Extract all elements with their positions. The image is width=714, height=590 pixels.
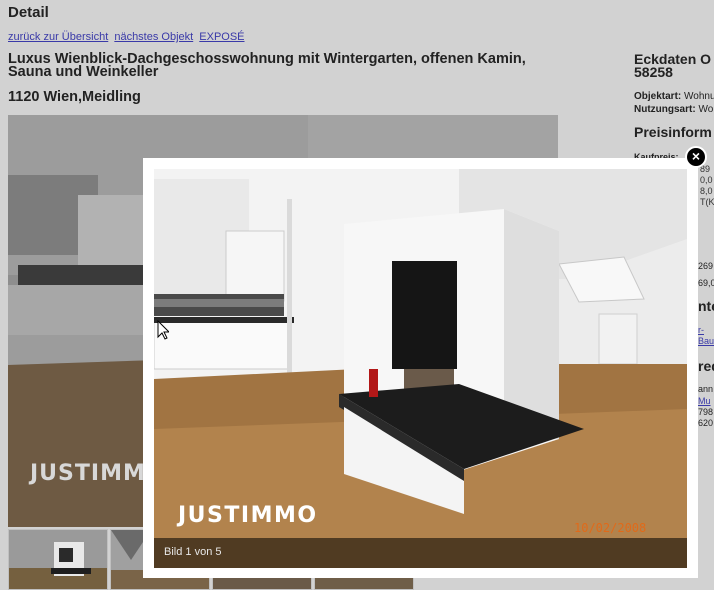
- lightbox-caption-bar: Bild 1 von 5: [154, 538, 687, 568]
- expose-link[interactable]: EXPOSÉ: [199, 31, 244, 43]
- navigation-links: zurück zur Übersicht nächstes Objekt EXP…: [8, 31, 248, 43]
- sidebar-info: Eckdaten O 58258 Objektart: Wohnu Nutzun…: [634, 52, 714, 140]
- listing-title: Luxus Wienblick-Dachgeschosswohnung mit …: [8, 51, 526, 80]
- section-c-heading: nte: [698, 298, 714, 314]
- objektart-row: Objektart: Wohnu: [634, 90, 714, 103]
- nutzungsart-row: Nutzungsart: Wo: [634, 103, 714, 116]
- price-fragment-3: 8,0: [700, 186, 713, 196]
- preisinformation-heading: Preisinform: [634, 124, 712, 140]
- section-d-heading: red: [698, 358, 714, 374]
- link-e[interactable]: Mu: [698, 396, 711, 406]
- image-counter: Bild 1 von 5: [164, 546, 222, 558]
- link-a[interactable]: r-: [698, 325, 704, 335]
- page: Detail zurück zur Übersicht nächstes Obj…: [0, 0, 714, 590]
- objektart-label: Objektart:: [634, 91, 682, 102]
- value-f: 798: [698, 407, 714, 417]
- close-icon[interactable]: ×: [685, 146, 707, 168]
- value-e: ann: [698, 384, 714, 394]
- nutzungsart-value: Wo: [698, 104, 714, 115]
- value-g: 620: [698, 418, 714, 428]
- mouse-cursor-icon: [157, 320, 169, 340]
- main-photo-watermark: JUSTIMM: [28, 461, 146, 486]
- value-b: 69,0: [698, 278, 714, 288]
- price-fragment-4: T(K: [700, 197, 714, 207]
- thumbnail-1-image: [9, 530, 107, 589]
- link-b[interactable]: Bau: [698, 336, 714, 346]
- object-number: 58258: [634, 64, 673, 80]
- thumbnail-1[interactable]: [8, 529, 108, 590]
- lightbox: JUSTIMMO 10/02/2008 Bild 1 von 5: [143, 158, 698, 578]
- objektart-value: Wohnu: [684, 91, 714, 102]
- price-fragment-2: 0,0: [700, 175, 713, 185]
- listing-location: 1120 Wien,Meidling: [8, 89, 141, 105]
- photo-date-stamp: 10/02/2008: [574, 521, 646, 535]
- next-object-link[interactable]: nächstes Objekt: [114, 31, 193, 43]
- nutzungsart-label: Nutzungsart:: [634, 104, 696, 115]
- lightbox-watermark: JUSTIMMO: [176, 503, 318, 528]
- lightbox-photo: JUSTIMMO 10/02/2008: [154, 169, 687, 568]
- page-title: Detail: [8, 4, 49, 21]
- value-a: 269: [698, 261, 714, 271]
- lightbox-image[interactable]: JUSTIMMO 10/02/2008 Bild 1 von 5: [154, 169, 687, 568]
- back-to-overview-link[interactable]: zurück zur Übersicht: [8, 31, 108, 43]
- price-fragments: 89 0,0 8,0 T(K: [700, 164, 714, 208]
